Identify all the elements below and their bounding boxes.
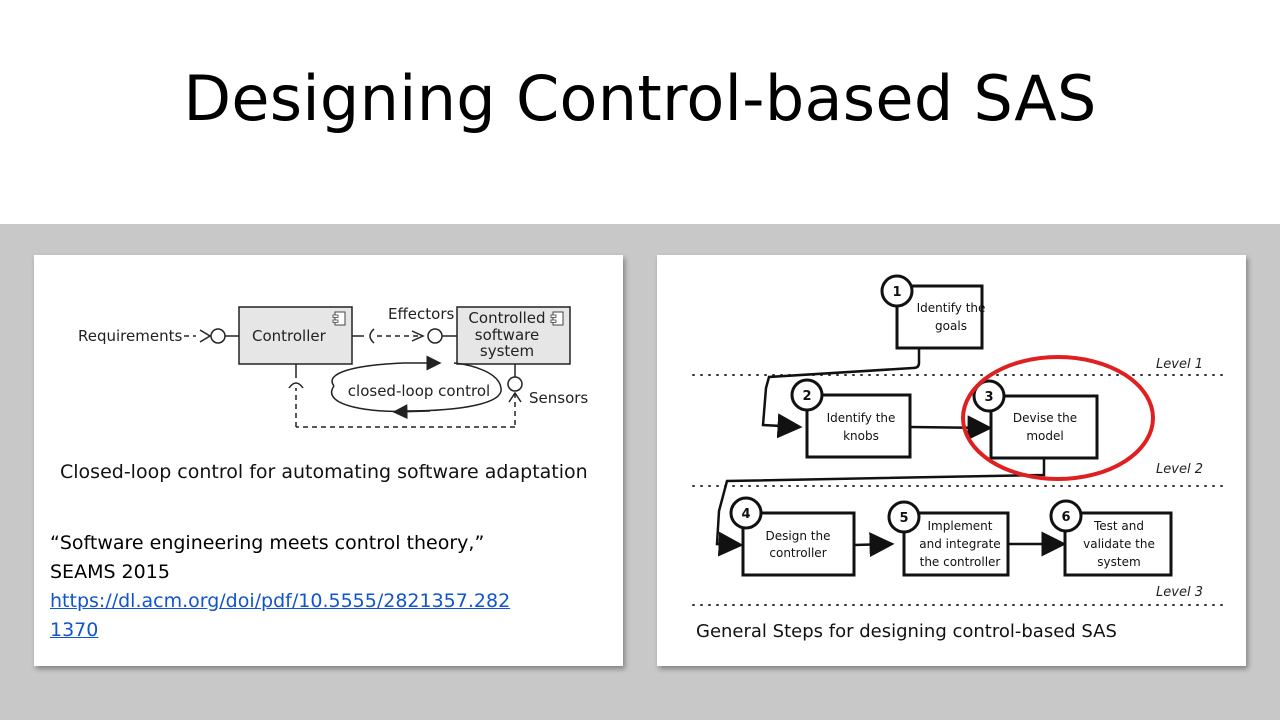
svg-text:Identify the: Identify the (827, 411, 896, 425)
level-3-label: Level 3 (1156, 585, 1203, 600)
svg-text:1: 1 (892, 285, 901, 300)
level-1-label: Level 1 (1156, 357, 1203, 372)
step-3-box (989, 394, 1099, 460)
svg-text:knobs: knobs (843, 429, 879, 443)
svg-text:3: 3 (984, 390, 993, 405)
connector-2-3 (909, 415, 993, 441)
svg-text:goals: goals (935, 319, 967, 333)
step-2-box (805, 393, 912, 459)
reference-venue: SEAMS 2015 (50, 561, 170, 583)
svg-text:and integrate: and integrate (919, 537, 1000, 551)
left-caption: Closed-loop control for automating softw… (60, 461, 588, 483)
step-4: 4 Design the controller (729, 496, 856, 577)
svg-text:model: model (1026, 429, 1063, 443)
svg-text:Test and: Test and (1093, 519, 1144, 533)
component-icon (552, 311, 564, 326)
svg-text:Design the: Design the (766, 529, 831, 543)
step-2: 2 Identify the knobs (790, 378, 912, 459)
step-4-box (741, 511, 856, 577)
level-2-label: Level 2 (1156, 462, 1203, 477)
loop-label: closed-loop control (348, 382, 490, 400)
svg-text:Implement: Implement (928, 519, 993, 533)
svg-text:the controller: the controller (920, 555, 1001, 569)
step-3: 3 Devise the model (972, 379, 1099, 460)
closed-loop-panel: Requirements Controller Effectors Contro… (34, 255, 623, 666)
reference-block: “Software engineering meets control theo… (50, 529, 570, 645)
svg-text:Devise the: Devise the (1013, 411, 1077, 425)
svg-text:5: 5 (899, 511, 908, 526)
slide-title: Designing Control-based SAS (183, 62, 1097, 135)
closed-loop-diagram: Requirements Controller Effectors Contro… (78, 305, 588, 428)
controller-label: Controller (252, 327, 327, 345)
sensors-label: Sensors (529, 389, 588, 407)
svg-text:controller: controller (769, 546, 826, 560)
requirements-socket (199, 329, 212, 343)
connector-4-5 (853, 532, 895, 558)
svg-text:system: system (1097, 555, 1140, 569)
design-steps-panel: Level 1 Level 2 Level 3 1 Identify the g… (657, 255, 1246, 666)
reference-title: “Software engineering meets control theo… (50, 532, 485, 554)
svg-text:4: 4 (741, 507, 750, 522)
right-caption: General Steps for designing control-base… (696, 621, 1117, 642)
step-5: 5 Implement and integrate the controller (887, 500, 1010, 577)
requirements-interface (210, 328, 226, 344)
loop-arrow-bottom (392, 404, 431, 420)
component-icon (334, 311, 346, 326)
system-label-line1: Controlled (468, 309, 545, 327)
step-1: 1 Identify the goals (880, 274, 986, 350)
reference-link[interactable]: https://dl.acm.org/doi/pdf/10.5555/28213… (50, 587, 570, 645)
effectors-interface (427, 328, 443, 344)
sensors-socket (288, 382, 304, 389)
design-steps-diagram: Level 1 Level 2 Level 3 1 Identify the g… (692, 274, 1226, 606)
svg-text:2: 2 (802, 389, 811, 404)
system-label-line3: system (480, 342, 534, 360)
svg-text:6: 6 (1061, 510, 1070, 525)
sensors-interface (507, 376, 523, 392)
effectors-socket (369, 328, 375, 344)
step-6: 6 Test and validate the system (1049, 499, 1173, 577)
svg-text:validate the: validate the (1083, 537, 1155, 551)
requirements-label: Requirements (78, 327, 182, 345)
effectors-label: Effectors (388, 305, 455, 323)
svg-text:Identify the: Identify the (917, 301, 986, 315)
